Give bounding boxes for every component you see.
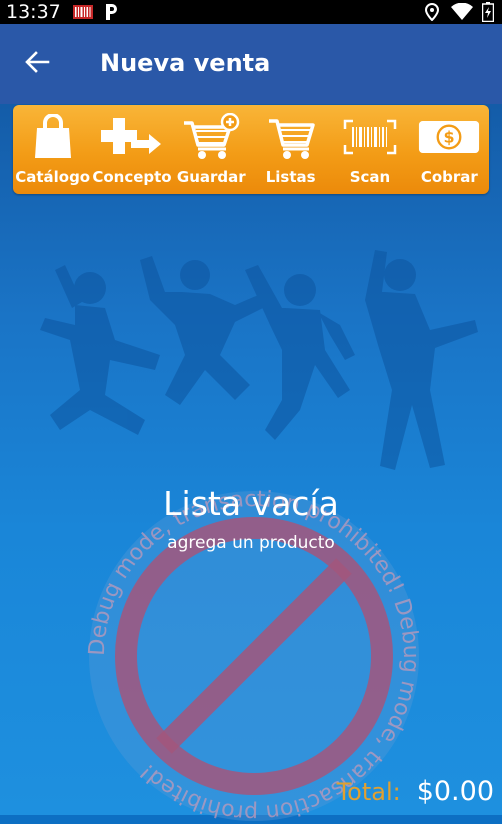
empty-list-subtitle: agrega un producto [167, 533, 335, 553]
bag-icon [22, 113, 84, 161]
cash-icon: $ [418, 113, 480, 161]
toolbar-label: Guardar [176, 168, 246, 186]
svg-text:$: $ [444, 128, 455, 147]
parking-icon [103, 0, 119, 24]
empty-list-title: Lista vacía [163, 484, 339, 523]
toolbar-concepto-button[interactable]: Concepto [92, 105, 172, 194]
toolbar-label: Cobrar [420, 168, 478, 186]
status-time: 13:37 [6, 1, 61, 23]
back-button[interactable] [14, 44, 60, 84]
battery-icon [482, 0, 494, 24]
page-title: Nueva venta [100, 49, 271, 77]
arrow-left-icon [24, 50, 50, 79]
toolbar-label: Scan [349, 168, 391, 186]
status-bar: 13:37 [0, 0, 502, 24]
cart-add-icon [180, 113, 242, 161]
total-value: $0.00 [416, 776, 494, 807]
toolbar-label: Listas [265, 168, 316, 186]
total-row: Total: $0.00 [337, 776, 494, 807]
jumping-people-background [40, 250, 478, 470]
toolbar-cobrar-button[interactable]: $ Cobrar [410, 105, 489, 194]
action-toolbar: Catálogo Concepto Guardar Listas Scan $ … [13, 105, 489, 194]
toolbar-listas-button[interactable]: Listas [251, 105, 330, 194]
barcode-app-icon [73, 0, 93, 24]
toolbar-catalogo-button[interactable]: Catálogo [13, 105, 92, 194]
cart-list-icon [260, 113, 322, 161]
toolbar-label: Catálogo [15, 168, 91, 186]
total-label: Total: [336, 778, 401, 806]
location-icon [425, 0, 439, 24]
barcode-scan-icon [339, 113, 401, 161]
add-concept-icon [100, 113, 163, 161]
app-bar: Nueva venta [0, 24, 502, 104]
toolbar-scan-button[interactable]: Scan [330, 105, 409, 194]
toolbar-label: Concepto [92, 168, 172, 186]
wifi-icon [451, 0, 473, 24]
toolbar-guardar-button[interactable]: Guardar [172, 105, 251, 194]
